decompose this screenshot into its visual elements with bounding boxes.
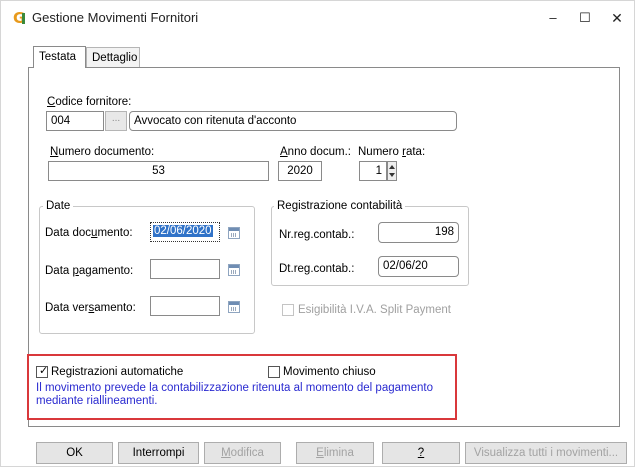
data-pagamento-input[interactable] [150,259,220,279]
calendar-icon[interactable] [228,264,240,276]
numero-rata-label: Numero rata: [358,146,426,158]
data-documento-label: Data documento: [45,227,133,239]
note-line-2: mediante riallineamenti. [36,395,158,407]
numero-documento-label: Numero documento: [50,146,155,158]
app-logo-icon: G [13,9,26,27]
data-documento-input[interactable]: 02/06/2020 [150,222,220,242]
elimina-button[interactable]: Elimina [296,442,374,464]
title-bar: G Gestione Movimenti Fornitori – ☐ ✕ [1,1,634,35]
codice-fornitore-label: Codice fornitore: [47,96,132,108]
nr-reg-contab-label: Nr.reg.contab.: [279,229,355,241]
dialog-window: G Gestione Movimenti Fornitori – ☐ ✕ Tes… [0,0,635,467]
fornitore-description-field: Avvocato con ritenuta d'acconto [129,111,457,131]
registrazione-group-title: Registrazione contabilità [274,199,406,213]
date-group-title: Date [43,199,74,213]
numero-rata-spinner[interactable] [387,161,397,181]
check-icon: ✓ [39,364,49,377]
registrazioni-automatiche-checkbox[interactable]: ✓ [36,364,49,378]
window-title: Gestione Movimenti Fornitori [32,10,199,25]
ok-button[interactable]: OK [36,442,113,464]
codice-fornitore-lookup-button[interactable]: ... [105,111,127,131]
calendar-icon[interactable] [228,301,240,313]
numero-documento-input[interactable]: 53 [48,161,269,181]
spin-up-icon[interactable] [389,165,395,169]
maximize-button[interactable]: ☐ [571,7,599,29]
spin-down-icon[interactable] [389,173,395,177]
anno-documento-label: Anno docum.: [280,146,351,158]
dt-reg-contab-label: Dt.reg.contab.: [279,263,355,275]
split-payment-checkbox[interactable] [282,304,294,316]
visualizza-tutti-button[interactable]: Visualizza tutti i movimenti... [465,442,627,464]
movimento-chiuso-label: Movimento chiuso [283,366,376,378]
nr-reg-contab-input[interactable]: 198 [378,222,459,243]
tab-dettaglio[interactable]: Dettaglio [86,47,140,67]
data-versamento-label: Data versamento: [45,302,136,314]
interrompi-button[interactable]: Interrompi [118,442,199,464]
tab-testata[interactable]: Testata [33,46,86,68]
split-payment-label: Esigibilità I.V.A. Split Payment [298,304,451,316]
note-line-1: Il movimento prevede la contabilizzazion… [36,382,433,394]
codice-fornitore-input[interactable]: 004 [46,111,104,131]
anno-documento-input[interactable]: 2020 [278,161,322,181]
data-versamento-input[interactable] [150,296,220,316]
minimize-button[interactable]: – [539,7,567,29]
modifica-button[interactable]: Modifica [204,442,281,464]
help-button[interactable]: ? [382,442,460,464]
numero-rata-input[interactable]: 1 [359,161,387,181]
data-pagamento-label: Data pagamento: [45,265,134,277]
movimento-chiuso-checkbox[interactable] [268,366,280,378]
dt-reg-contab-input[interactable]: 02/06/20 [378,256,459,277]
registrazioni-automatiche-label: Registrazioni automatiche [51,366,184,378]
close-button[interactable]: ✕ [603,7,631,29]
calendar-icon[interactable] [228,227,240,239]
